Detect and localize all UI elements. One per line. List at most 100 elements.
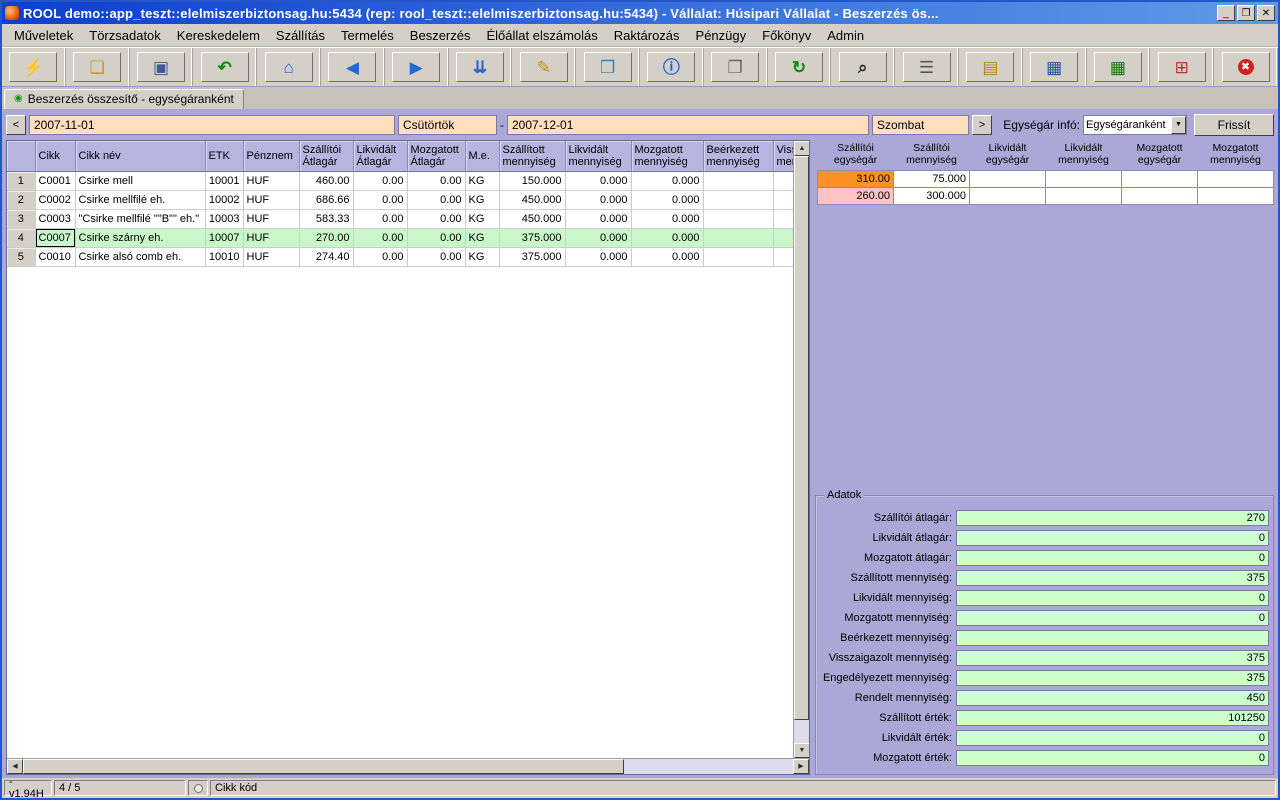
column-header[interactable]: Likvidált Átlagár [353, 141, 407, 171]
unit-cell[interactable] [1122, 171, 1198, 188]
unit-cell[interactable] [1198, 188, 1274, 205]
grid-cell[interactable]: 150.000 [499, 171, 565, 190]
toolbar-button[interactable]: ✎ [520, 52, 568, 82]
toolbar-button[interactable]: ▤ [966, 52, 1014, 82]
menu-item[interactable]: Törzsadatok [81, 26, 169, 45]
date-to-field[interactable] [507, 115, 869, 135]
close-button[interactable]: ✕ [1257, 5, 1275, 21]
grid-cell[interactable]: 450.000 [499, 209, 565, 228]
toolbar-button[interactable]: ▦ [1030, 52, 1078, 82]
menu-item[interactable]: Pénzügy [688, 26, 755, 45]
unit-cell[interactable] [1198, 171, 1274, 188]
grid-cell[interactable]: 0.000 [565, 228, 631, 247]
column-header[interactable]: Cikk [35, 141, 75, 171]
tab-beszerzes-osszesito[interactable]: ◉ Beszerzés összesítő - egységáranként [4, 89, 244, 109]
grid-cell[interactable]: KG [465, 228, 499, 247]
grid-cell[interactable] [773, 228, 793, 247]
toolbar-button[interactable]: ▦ [1094, 52, 1142, 82]
toolbar-button[interactable]: ↻ [775, 52, 823, 82]
menu-item[interactable]: Műveletek [6, 26, 81, 45]
toolbar-button[interactable]: ❐ [711, 52, 759, 82]
grid-cell[interactable]: 0.00 [353, 209, 407, 228]
column-header[interactable]: Szállított mennyiség [499, 141, 565, 171]
prev-period-button[interactable]: < [6, 115, 26, 135]
grid-cell[interactable]: 0.00 [407, 190, 465, 209]
toolbar-button[interactable]: ⌂ [265, 52, 313, 82]
toolbar-button[interactable]: ▶ [392, 52, 440, 82]
grid-cell[interactable]: 0.00 [407, 209, 465, 228]
menu-item[interactable]: Élőállat elszámolás [479, 26, 606, 45]
column-header[interactable]: Beérkezett mennyiség [703, 141, 773, 171]
unit-cell[interactable] [1046, 171, 1122, 188]
grid-cell[interactable]: 0.00 [353, 228, 407, 247]
grid-cell[interactable]: 0.00 [353, 190, 407, 209]
menu-item[interactable]: Raktározás [606, 26, 688, 45]
unit-cell[interactable] [1122, 188, 1198, 205]
grid-cell[interactable]: 0.000 [631, 247, 703, 266]
grid-cell[interactable] [703, 171, 773, 190]
grid-cell[interactable]: HUF [243, 171, 299, 190]
grid-cell[interactable]: 0.000 [631, 190, 703, 209]
column-header[interactable]: Vissz menny [773, 141, 793, 171]
column-header[interactable]: Pénznem [243, 141, 299, 171]
grid-cell[interactable]: 450.000 [499, 190, 565, 209]
grid-cell[interactable]: Csirke alsó comb eh. [75, 247, 205, 266]
grid-cell[interactable]: C0001 [35, 171, 75, 190]
grid-cell[interactable]: 375.000 [499, 247, 565, 266]
column-header[interactable]: Mozgatott mennyiség [631, 141, 703, 171]
column-header[interactable]: Cikk név [75, 141, 205, 171]
grid-cell[interactable]: 0.000 [631, 171, 703, 190]
toolbar-button[interactable]: ⊞ [1158, 52, 1206, 82]
grid-cell[interactable] [773, 209, 793, 228]
toolbar-button[interactable]: ❒ [584, 52, 632, 82]
unit-cell[interactable]: 300.000 [894, 188, 970, 205]
toolbar-button[interactable]: ❏ [73, 52, 121, 82]
grid-cell[interactable]: KG [465, 209, 499, 228]
grid-cell[interactable] [703, 190, 773, 209]
grid-cell[interactable]: 0.00 [353, 171, 407, 190]
grid-cell[interactable]: Csirke szárny eh. [75, 228, 205, 247]
grid-cell[interactable]: HUF [243, 247, 299, 266]
minimize-button[interactable]: _ [1217, 5, 1235, 21]
grid-cell[interactable]: 0.000 [565, 209, 631, 228]
unit-table-row[interactable]: 310.00 75.000 [818, 171, 1274, 188]
horizontal-scroll-thumb[interactable] [23, 759, 624, 774]
menu-item[interactable]: Beszerzés [402, 26, 479, 45]
grid-cell[interactable]: 10010 [205, 247, 243, 266]
column-header[interactable]: Szállítói Átlagár [299, 141, 353, 171]
unit-cell[interactable]: 260.00 [818, 188, 894, 205]
unit-cell[interactable] [1046, 188, 1122, 205]
grid-cell[interactable] [703, 228, 773, 247]
grid-cell[interactable]: "Csirke mellfilé ""B"" eh." [75, 209, 205, 228]
next-period-button[interactable]: > [972, 115, 992, 135]
column-header[interactable]: ETK [205, 141, 243, 171]
vertical-scrollbar[interactable]: ▲ ▼ [793, 141, 809, 758]
grid-cell[interactable]: 583.33 [299, 209, 353, 228]
toolbar-button[interactable]: ☰ [903, 52, 951, 82]
grid-cell[interactable]: HUF [243, 228, 299, 247]
toolbar-button[interactable]: ⓘ [647, 52, 695, 82]
grid-cell[interactable]: C0007 [35, 228, 75, 247]
grid-cell[interactable]: 686.66 [299, 190, 353, 209]
column-header[interactable]: M.e. [465, 141, 499, 171]
unit-table-row[interactable]: 260.00 300.000 [818, 188, 1274, 205]
grid-cell[interactable]: C0002 [35, 190, 75, 209]
grid-cell[interactable]: 0.00 [407, 171, 465, 190]
table-row[interactable]: 4 C0007 Csirke szárny eh. 10007 HUF 270.… [7, 228, 793, 247]
toolbar-button[interactable]: ✖ [1222, 52, 1270, 82]
grid-cell[interactable]: HUF [243, 209, 299, 228]
grid-cell[interactable]: Csirke mell [75, 171, 205, 190]
table-row[interactable]: 2 C0002 Csirke mellfilé eh. 10002 HUF 68… [7, 190, 793, 209]
menu-item[interactable]: Szállítás [268, 26, 333, 45]
grid-cell[interactable] [703, 247, 773, 266]
unit-cell[interactable]: 75.000 [894, 171, 970, 188]
table-row[interactable]: 5 C0010 Csirke alsó comb eh. 10010 HUF 2… [7, 247, 793, 266]
grid-cell[interactable]: 10007 [205, 228, 243, 247]
menu-item[interactable]: Főkönyv [754, 26, 819, 45]
grid-cell[interactable] [703, 209, 773, 228]
toolbar-button[interactable]: ⌕ [839, 52, 887, 82]
scroll-up-icon[interactable]: ▲ [794, 141, 809, 156]
scroll-right-icon[interactable]: ▶ [793, 759, 809, 774]
grid-cell[interactable]: C0010 [35, 247, 75, 266]
grid-cell[interactable]: 10002 [205, 190, 243, 209]
